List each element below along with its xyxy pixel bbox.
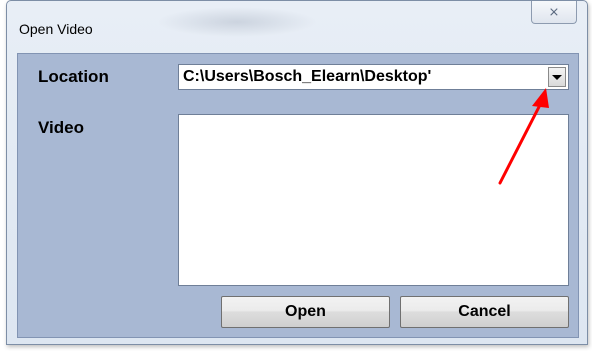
window-title: Open Video bbox=[19, 21, 93, 37]
open-button[interactable]: Open bbox=[221, 296, 390, 328]
location-combobox[interactable]: C:\Users\Bosch_Elearn\Desktop' bbox=[178, 64, 569, 90]
video-label: Video bbox=[38, 118, 84, 137]
location-value: C:\Users\Bosch_Elearn\Desktop' bbox=[183, 68, 432, 85]
close-icon: ⨯ bbox=[548, 4, 560, 20]
dialog-body: Location C:\Users\Bosch_Elearn\Desktop' … bbox=[17, 53, 579, 338]
close-button[interactable]: ⨯ bbox=[531, 1, 577, 24]
title-bar-blur bbox=[157, 7, 317, 37]
location-label: Location bbox=[38, 67, 109, 86]
location-dropdown-button[interactable] bbox=[548, 67, 566, 87]
video-listbox[interactable] bbox=[178, 114, 569, 286]
open-video-dialog: Open Video ⨯ Location C:\Users\Bosch_Ele… bbox=[6, 0, 588, 345]
title-bar: Open Video ⨯ bbox=[7, 1, 587, 53]
chevron-down-icon bbox=[552, 74, 562, 80]
cancel-button[interactable]: Cancel bbox=[400, 296, 569, 328]
